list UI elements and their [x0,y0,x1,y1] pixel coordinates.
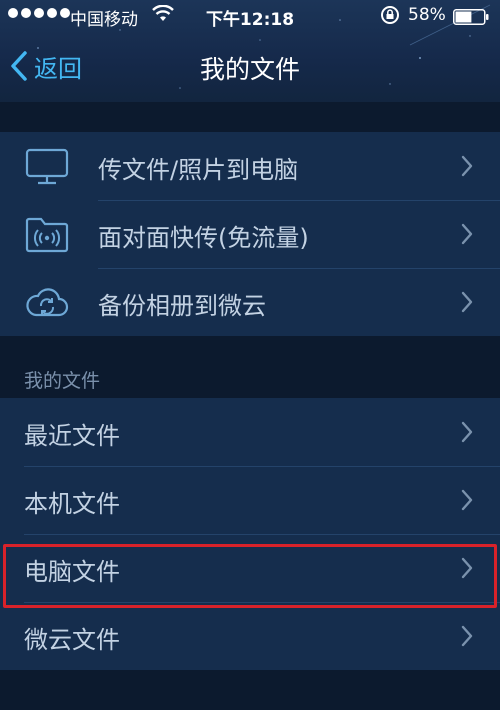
file-item-label: 电脑文件 [24,558,120,586]
folder-wireless-icon [25,217,69,253]
chevron-right-icon [461,223,473,245]
chevron-right-icon [461,421,473,443]
quick-action-label: 传文件/照片到电脑 [98,156,299,184]
chevron-right-icon [461,155,473,177]
file-item-local[interactable]: 本机文件 [0,466,500,534]
page-title: 我的文件 [199,55,300,84]
chevron-right-icon [461,489,473,511]
quick-action-label: 面对面快传(免流量) [98,224,309,252]
status-bar: 中国移动 下午12:18 58% [0,0,500,34]
quick-actions-group: 传文件/照片到电脑 面对面快传(免流量) 备份相册到微云 [0,132,500,336]
section-header: 我的文件 [24,370,101,392]
chevron-right-icon [461,557,473,579]
chevron-right-icon [461,291,473,313]
quick-action-backup-album[interactable]: 备份相册到微云 [0,268,500,336]
monitor-icon [25,148,69,185]
quick-action-label: 备份相册到微云 [98,292,266,320]
chevron-right-icon [461,625,473,647]
quick-action-transfer-to-pc[interactable]: 传文件/照片到电脑 [0,132,500,200]
quick-action-face-to-face[interactable]: 面对面快传(免流量) [0,200,500,268]
file-item-label: 最近文件 [24,422,120,450]
battery-icon [453,9,489,25]
cloud-sync-icon [26,288,69,317]
header: 中国移动 下午12:18 58% 返回 我的文件 [0,0,500,102]
file-item-computer[interactable]: 电脑文件 [0,534,500,602]
file-item-recent[interactable]: 最近文件 [0,398,500,466]
files-group: 最近文件 本机文件 电脑文件 微云文件 [0,398,500,670]
nav-bar: 返回 我的文件 [0,36,500,98]
file-item-weiyun[interactable]: 微云文件 [0,602,500,670]
battery-percent: 58% [408,5,446,25]
file-item-label: 微云文件 [24,626,120,654]
file-item-label: 本机文件 [24,490,120,518]
orientation-lock-icon [381,6,399,24]
